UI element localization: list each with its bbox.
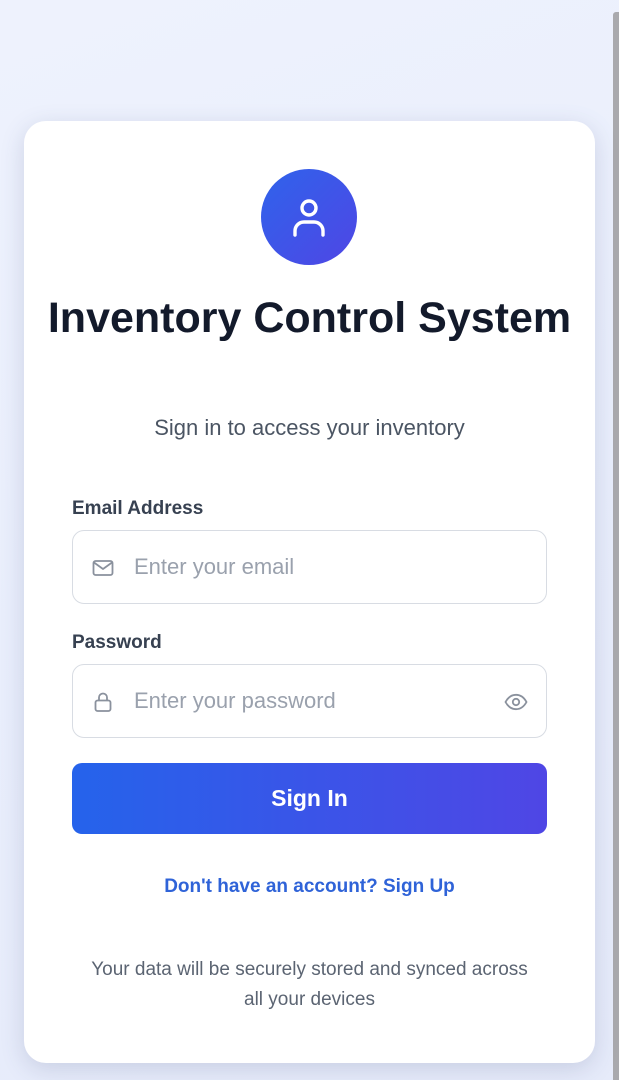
login-card: Inventory Control System Sign in to acce…: [24, 121, 595, 1063]
email-label: Email Address: [72, 498, 204, 519]
page-title: Inventory Control System: [47, 294, 572, 342]
page-subtitle: Sign in to access your inventory: [154, 415, 465, 440]
sign-in-button[interactable]: Sign In: [72, 763, 547, 834]
password-input[interactable]: [134, 665, 494, 737]
footer-note: Your data will be securely stored and sy…: [91, 959, 528, 1010]
mail-icon: [92, 560, 114, 576]
email-field[interactable]: [72, 530, 547, 604]
password-field[interactable]: [72, 664, 547, 738]
eye-icon[interactable]: [504, 690, 528, 714]
user-avatar: [261, 169, 357, 265]
password-label: Password: [72, 632, 162, 653]
sign-up-link[interactable]: Don't have an account? Sign Up: [24, 876, 595, 898]
email-input[interactable]: [134, 531, 494, 603]
user-icon: [293, 199, 325, 237]
lock-icon: [94, 692, 112, 712]
scrollbar[interactable]: [613, 12, 619, 1080]
